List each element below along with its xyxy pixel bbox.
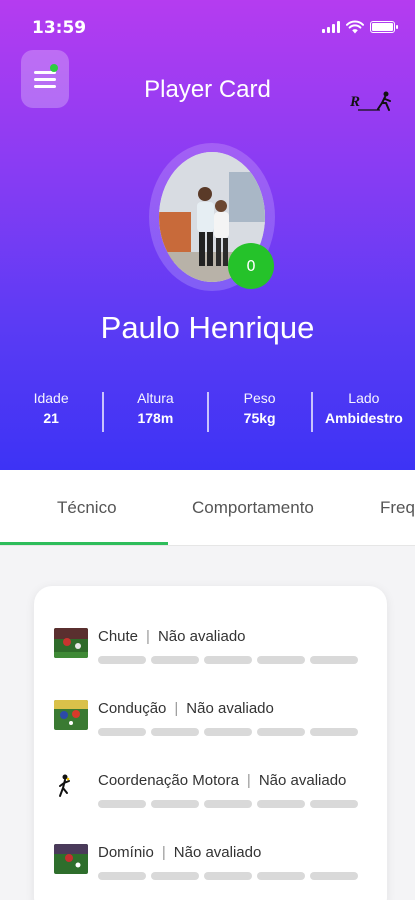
stat-label: Idade (33, 390, 69, 406)
soccer-photo-icon (54, 628, 88, 658)
stat-weight: Peso 75kg (209, 390, 311, 434)
notification-dot (50, 64, 58, 72)
battery-icon (370, 21, 398, 33)
divider: | (174, 700, 179, 717)
skill-item-chute[interactable]: Chute | Não avaliado (54, 628, 374, 670)
player-header: 13:59 Player Card R 0 Paulo Henrique Ida… (0, 0, 415, 470)
skill-item-conducao[interactable]: Condução | Não avaliado (54, 700, 374, 742)
skill-rating-bars (98, 656, 358, 664)
skills-card: Chute | Não avaliado Condução | Não avaliado… (34, 586, 387, 900)
player-name: Paulo Henrique (100, 310, 315, 345)
skill-name: Domínio (98, 844, 154, 861)
skill-name: Chute (98, 628, 139, 645)
stat-value: Ambidestro (324, 410, 403, 426)
skill-status: Não avaliado (157, 628, 246, 645)
wifi-icon (346, 20, 364, 34)
divider: | (161, 844, 166, 861)
divider: | (246, 772, 251, 789)
tab-comportamento[interactable]: Comportamento (192, 498, 314, 518)
stat-side: Lado Ambidestro (313, 390, 415, 434)
skill-item-coordenacao-motora[interactable]: Coordenação Motora | Não avaliado (54, 772, 374, 814)
stat-value: 21 (43, 410, 59, 426)
skill-status: Não avaliado (173, 844, 262, 861)
stat-height: Altura 178m (104, 390, 206, 434)
tab-frequencia[interactable]: Frequ (380, 498, 415, 518)
score-badge: 0 (228, 243, 274, 289)
tab-bar: Técnico Comportamento Frequ (0, 470, 415, 546)
soccer-photo-icon (54, 844, 88, 874)
status-icons (322, 20, 398, 34)
brand-logo: R (349, 91, 391, 111)
skill-rating-bars (98, 728, 358, 736)
skill-status: Não avaliado (186, 700, 274, 717)
divider: | (146, 628, 150, 645)
soccer-photo-icon (54, 700, 88, 730)
skill-item-dominio[interactable]: Domínio | Não avaliado (54, 844, 374, 886)
status-bar: 13:59 (0, 0, 415, 50)
tab-tecnico[interactable]: Técnico (57, 498, 117, 518)
skill-status: Não avaliado (258, 772, 347, 789)
stat-age: Idade 21 (0, 390, 102, 434)
running-figure-icon (54, 772, 88, 802)
stat-label: Lado (348, 390, 380, 406)
stat-value: 75kg (243, 410, 276, 426)
skill-name: Condução (98, 700, 167, 717)
skill-rating-bars (98, 800, 358, 808)
active-tab-indicator (0, 542, 168, 545)
player-stats: Idade 21 Altura 178m Peso 75kg Lado Ambi… (0, 390, 415, 434)
skill-rating-bars (98, 872, 358, 880)
stat-value: 178m (137, 410, 174, 426)
stat-label: Peso (243, 390, 276, 406)
svg-text:R: R (349, 94, 360, 110)
status-time: 13:59 (32, 18, 87, 38)
skill-name: Coordenação Motora (98, 772, 239, 789)
stat-label: Altura (137, 390, 174, 406)
signal-icon (322, 21, 340, 33)
